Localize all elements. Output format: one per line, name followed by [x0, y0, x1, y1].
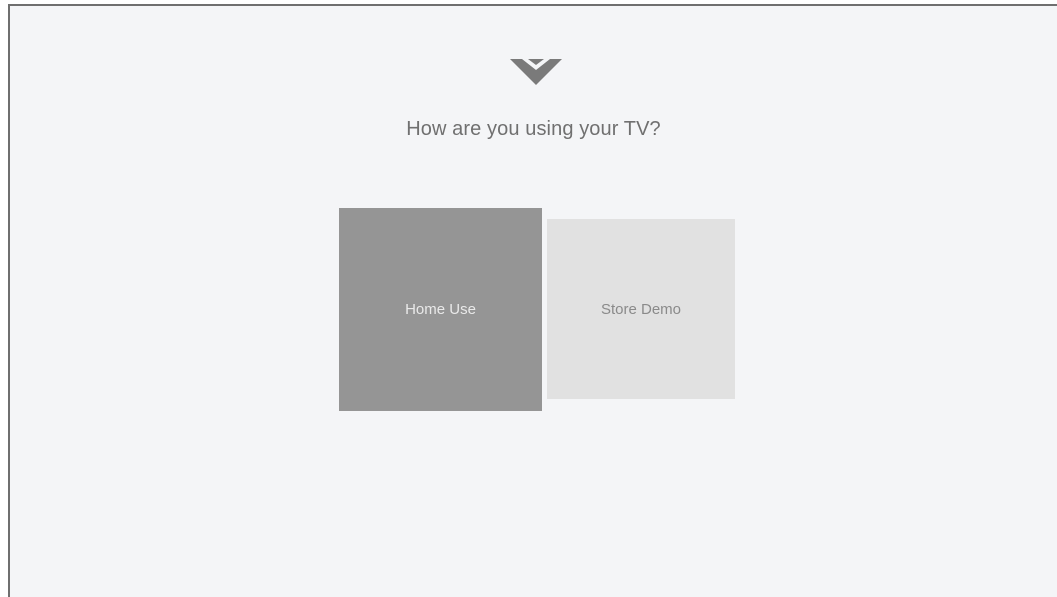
store-demo-option[interactable]: Store Demo [547, 219, 735, 399]
page-title: How are you using your TV? [406, 118, 661, 140]
home-use-option[interactable]: Home Use [339, 208, 542, 411]
store-demo-label: Store Demo [600, 300, 682, 318]
home-use-label: Home Use [405, 301, 476, 318]
setup-screen: How are you using your TV? Home Use Stor… [8, 4, 1057, 597]
vizio-v-logo-icon [510, 59, 562, 85]
